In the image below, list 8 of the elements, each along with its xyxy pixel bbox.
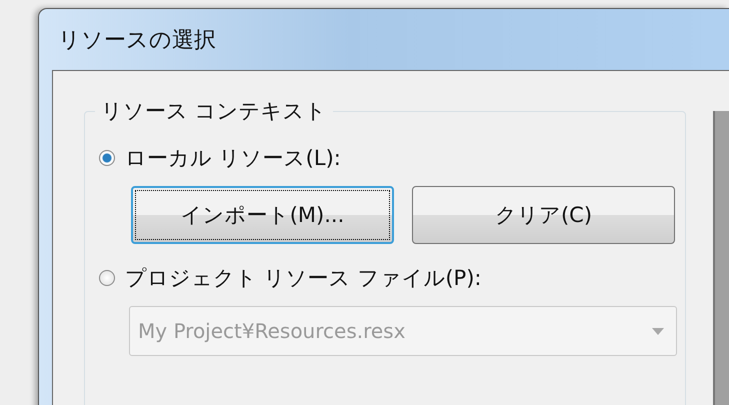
- radio-button[interactable]: [99, 150, 115, 166]
- dialog-button[interactable]: クリア(C): [412, 186, 675, 244]
- radio-label[interactable]: プロジェクト リソース ファイル(P):: [125, 264, 482, 292]
- radio-label[interactable]: ローカル リソース(L):: [125, 144, 341, 172]
- dialog-button[interactable]: インポート(M)...: [131, 186, 394, 244]
- caret-icon: [652, 328, 664, 334]
- window-title: リソースの選択: [58, 26, 216, 54]
- radio-button[interactable]: [99, 270, 115, 286]
